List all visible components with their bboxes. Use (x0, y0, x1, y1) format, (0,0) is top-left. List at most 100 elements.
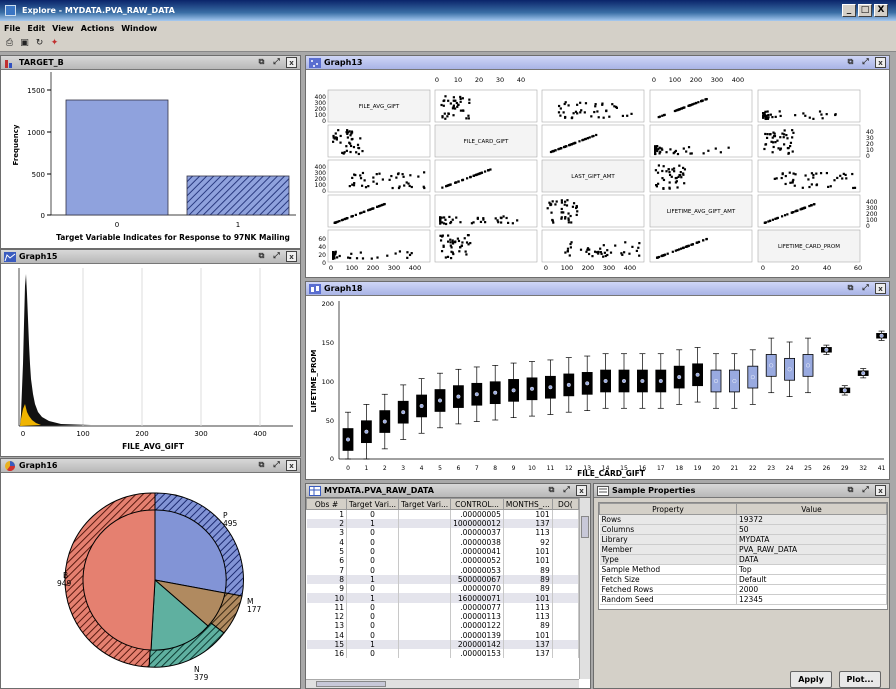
minimize-button[interactable]: _ (842, 4, 856, 17)
mean-marker (585, 381, 590, 386)
table-row[interactable]: 5 0 .00000041 101 (306, 546, 579, 557)
table-row[interactable]: 8 1 500000067 89 (306, 574, 579, 585)
column-header[interactable]: Target Vari... (345, 498, 400, 510)
scatter-point (456, 105, 459, 108)
property-row[interactable]: Random Seed 12345 (599, 594, 887, 605)
table-row[interactable]: 1 0 .00000005 101 (306, 509, 579, 519)
table-row[interactable]: 11 0 .00000077 113 (306, 602, 579, 612)
scatter-point (780, 215, 784, 218)
plot-button[interactable]: Plot... (839, 671, 881, 688)
property-value[interactable]: Default (736, 574, 887, 585)
property-row[interactable]: Fetched Rows 2000 (599, 584, 887, 595)
table-cell: 101 (503, 630, 553, 640)
restore-icon[interactable]: ⧉ (546, 485, 557, 496)
menu-window[interactable]: Window (121, 24, 157, 33)
table-row[interactable]: 2 1 1000000012 137 (306, 519, 579, 529)
property-row[interactable]: Library MYDATA (599, 534, 887, 545)
property-name: Type (599, 554, 737, 565)
close-icon[interactable]: x (576, 485, 587, 496)
property-value[interactable]: 12345 (736, 594, 887, 605)
apply-button[interactable]: Apply (790, 671, 832, 688)
maximize-icon[interactable]: ⤢ (860, 485, 871, 496)
print-icon[interactable]: ⎙ (3, 37, 16, 50)
table-row[interactable]: 6 0 .00000052 101 (306, 556, 579, 566)
scatter-point (615, 106, 619, 109)
refresh-icon[interactable]: ↻ (33, 37, 46, 50)
property-row[interactable]: Columns 50 (599, 524, 887, 535)
table-row[interactable]: 13 0 .00000122 89 (306, 621, 579, 631)
property-row[interactable]: Type DATA (599, 554, 887, 565)
scatter-point (614, 244, 617, 247)
close-icon[interactable]: x (286, 460, 297, 471)
close-icon[interactable]: x (875, 485, 886, 496)
scrollbar-thumb[interactable] (316, 681, 386, 687)
scatter-point (668, 181, 671, 184)
column-header[interactable]: Target Vari... (398, 498, 452, 510)
close-button[interactable]: X (874, 4, 888, 17)
table-row[interactable]: 4 0 .00000038 92 (306, 537, 579, 547)
horizontal-scrollbar[interactable] (306, 679, 579, 688)
restore-icon[interactable]: ⧉ (845, 57, 856, 68)
column-header-property[interactable]: Property (599, 503, 737, 515)
table-cell (552, 546, 579, 557)
maximize-button[interactable]: □ (858, 4, 872, 17)
scrollbar-thumb[interactable] (581, 516, 589, 538)
column-header[interactable]: MONTHS_... (502, 498, 553, 510)
table-row[interactable]: 15 1 200000142 137 (306, 639, 579, 650)
maximize-icon[interactable]: ⤢ (561, 485, 572, 496)
vertical-scrollbar[interactable] (579, 498, 590, 679)
menu-view[interactable]: View (52, 24, 74, 33)
scatter-point (697, 101, 700, 104)
scatter-point (391, 186, 394, 190)
column-header[interactable]: Obs # (306, 498, 347, 510)
scatter-point (606, 253, 609, 257)
property-row[interactable]: Fetch Size Default (599, 574, 887, 585)
maximize-icon[interactable]: ⤢ (271, 460, 282, 471)
maximize-icon[interactable]: ⤢ (860, 57, 871, 68)
scatter-point (682, 172, 685, 175)
scatter-point (467, 117, 470, 120)
mean-marker (750, 375, 755, 380)
explore-icon[interactable]: ✦ (48, 37, 61, 50)
column-header[interactable]: DO( (551, 498, 579, 510)
column-header[interactable]: CONTROL... (450, 498, 504, 510)
table-cell: .00000113 (450, 611, 504, 622)
restore-icon[interactable]: ⧉ (845, 283, 856, 294)
scatter-point (557, 111, 561, 114)
menu-actions[interactable]: Actions (81, 24, 114, 33)
restore-icon[interactable]: ⧉ (256, 460, 267, 471)
table-row[interactable]: 14 0 .00000139 101 (306, 630, 579, 640)
maximize-icon[interactable]: ⤢ (860, 283, 871, 294)
save-icon[interactable]: ▣ (18, 37, 31, 50)
restore-icon[interactable]: ⧉ (845, 485, 856, 496)
property-row[interactable]: Member PVA_RAW_DATA (599, 544, 887, 555)
bottom-tick: 60 (854, 264, 862, 272)
property-value[interactable]: Top (736, 564, 887, 575)
menu-file[interactable]: File (4, 24, 20, 33)
table-row[interactable]: 9 0 .00000070 89 (306, 584, 579, 594)
menu-edit[interactable]: Edit (27, 24, 45, 33)
scatter-point (845, 177, 848, 180)
table-row[interactable]: 16 0 .00000153 137 (306, 649, 579, 659)
close-icon[interactable]: x (875, 57, 886, 68)
property-row[interactable]: Sample Method Top (599, 564, 887, 575)
close-icon[interactable]: x (286, 57, 297, 68)
table-row[interactable]: 7 0 .00000053 89 (306, 565, 579, 575)
sample-properties-panel: Sample Properties ⧉ ⤢ x Property Value Row… (593, 483, 890, 689)
maximize-icon[interactable]: ⤢ (271, 251, 282, 262)
table-row[interactable]: 10 1 160000071 101 (306, 593, 579, 603)
scatter-point (339, 134, 342, 138)
table-row[interactable]: 12 0 .00000113 113 (306, 611, 579, 622)
scatter-point (587, 252, 591, 256)
restore-icon[interactable]: ⧉ (256, 57, 267, 68)
property-value[interactable]: 2000 (736, 584, 887, 595)
property-row[interactable]: Rows 19372 (599, 514, 887, 525)
maximize-icon[interactable]: ⤢ (271, 57, 282, 68)
restore-icon[interactable]: ⧉ (256, 251, 267, 262)
table-cell: 0 (346, 509, 400, 519)
close-icon[interactable]: x (875, 283, 886, 294)
column-header-value[interactable]: Value (736, 503, 887, 515)
table-row[interactable]: 3 0 .00000037 113 (306, 528, 579, 538)
close-icon[interactable]: x (286, 251, 297, 262)
x-tick: 12 (565, 465, 573, 472)
